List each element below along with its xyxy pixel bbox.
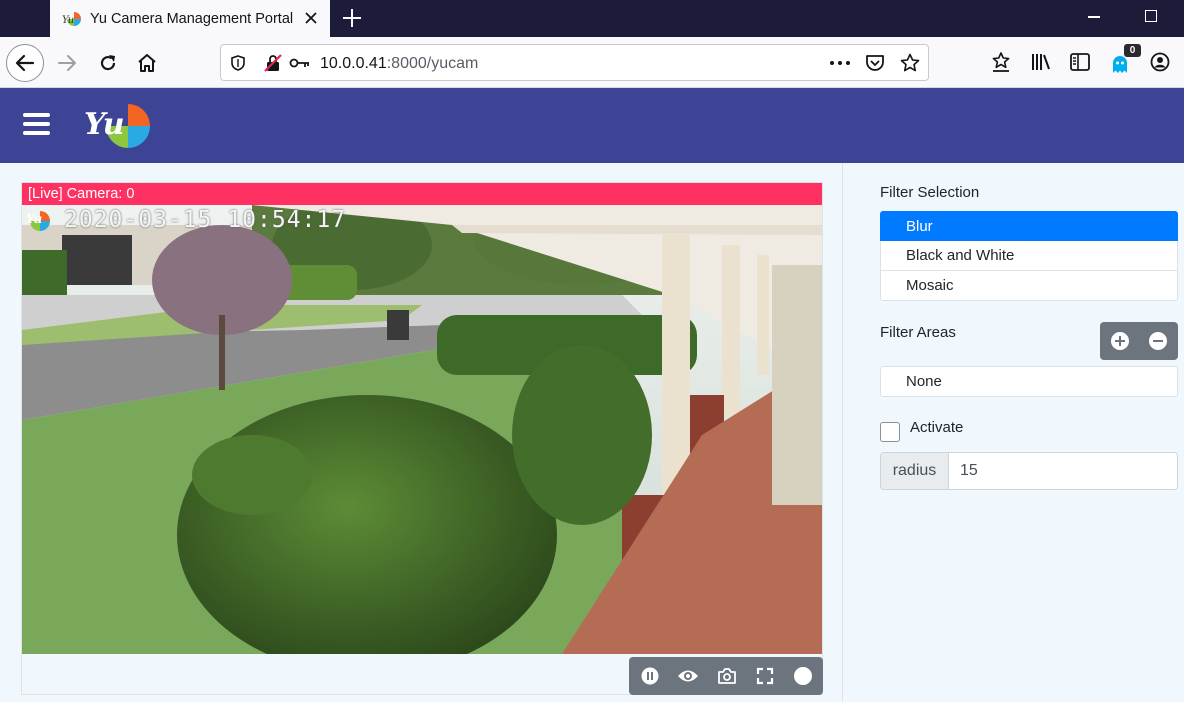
new-tab-icon[interactable] [340,6,364,30]
yu-favicon-icon: Yu [62,11,81,26]
bookmark-star-icon[interactable] [898,51,922,75]
snapshot-button[interactable] [716,665,738,687]
page-actions-icon[interactable] [828,51,852,75]
browser-titlebar: Yu Yu Camera Management Portal [0,0,1184,37]
radius-input[interactable] [950,453,1177,489]
filter-areas-heading: Filter Areas [880,324,956,341]
filter-area-button-group [1100,322,1178,360]
reload-button[interactable] [93,48,123,78]
camera-control-bar [629,657,823,695]
radius-input-group: radius [880,452,1178,490]
pause-button[interactable] [639,665,661,687]
eye-icon [678,670,698,682]
camera-scene-image [22,205,822,654]
arrow-left-icon [15,54,35,72]
view-button[interactable] [677,665,699,687]
browser-tab[interactable]: Yu Yu Camera Management Portal [50,0,330,37]
home-icon [138,54,156,72]
sidebar-divider [842,163,843,702]
back-button[interactable] [6,44,44,82]
camera-feed[interactable]: Yu 2020-03-15 10:54:17 [22,205,822,654]
pause-icon [641,667,659,685]
yu-logo-icon: Yu [84,104,150,148]
radius-label: radius [881,453,949,489]
camera-live-label: [Live] Camera: 0 [22,183,822,205]
camera-icon [718,668,736,684]
tab-title: Yu Camera Management Portal [90,10,294,27]
camera-timestamp: 2020-03-15 10:54:17 [64,207,347,233]
filter-selection-heading: Filter Selection [880,184,980,201]
url-path: :8000/yucam [386,55,479,72]
add-area-button[interactable] [1111,332,1129,350]
filter-option-blur[interactable]: Blur [880,211,1178,241]
library-icon[interactable] [1029,50,1053,74]
app-header: Yu [0,88,1184,163]
record-dot-icon [794,667,812,685]
close-tab-icon[interactable] [302,9,320,27]
reload-icon [100,55,116,71]
camera-panel: [Live] Camera: 0 Yu 2020-03-15 10:54:17 [21,182,823,695]
arrow-right-icon [58,55,76,71]
url-host: 10.0.0.41 [320,55,387,72]
svg-text:Yu: Yu [26,212,43,226]
activate-label: Activate [910,419,964,436]
pocket-icon[interactable] [863,51,887,75]
key-icon[interactable] [288,51,312,75]
reader-bookmarks-icon[interactable] [989,50,1013,74]
minimize-window-icon[interactable] [1088,16,1100,18]
sidebar-toggle-icon[interactable] [1068,50,1092,74]
activate-checkbox[interactable] [880,422,900,442]
insecure-lock-icon[interactable] [261,51,285,75]
fullscreen-icon [756,667,774,685]
yu-watermark-icon: Yu [26,211,50,231]
svg-text:Yu: Yu [84,107,125,142]
url-text[interactable]: 10.0.0.41:8000/yucam [320,55,478,73]
svg-text:Yu: Yu [62,15,74,26]
filter-list: Blur Black and White Mosaic [880,211,1178,301]
filter-area-item[interactable]: None [880,366,1178,397]
record-button[interactable] [792,665,814,687]
maximize-window-icon[interactable] [1145,10,1157,22]
filter-option-black-and-white[interactable]: Black and White [880,241,1178,271]
forward-button[interactable] [52,48,82,78]
url-bar[interactable]: 10.0.0.41:8000/yucam [220,44,929,81]
remove-area-button[interactable] [1149,332,1167,350]
home-button[interactable] [132,48,162,78]
filter-option-mosaic[interactable]: Mosaic [880,271,1178,301]
browser-navbar: 10.0.0.41:8000/yucam 0 [0,37,1184,88]
account-icon[interactable] [1148,50,1172,74]
fullscreen-button[interactable] [754,665,776,687]
menu-icon[interactable] [23,113,50,137]
shield-icon[interactable] [226,51,250,75]
extension-count-badge: 0 [1124,44,1141,57]
